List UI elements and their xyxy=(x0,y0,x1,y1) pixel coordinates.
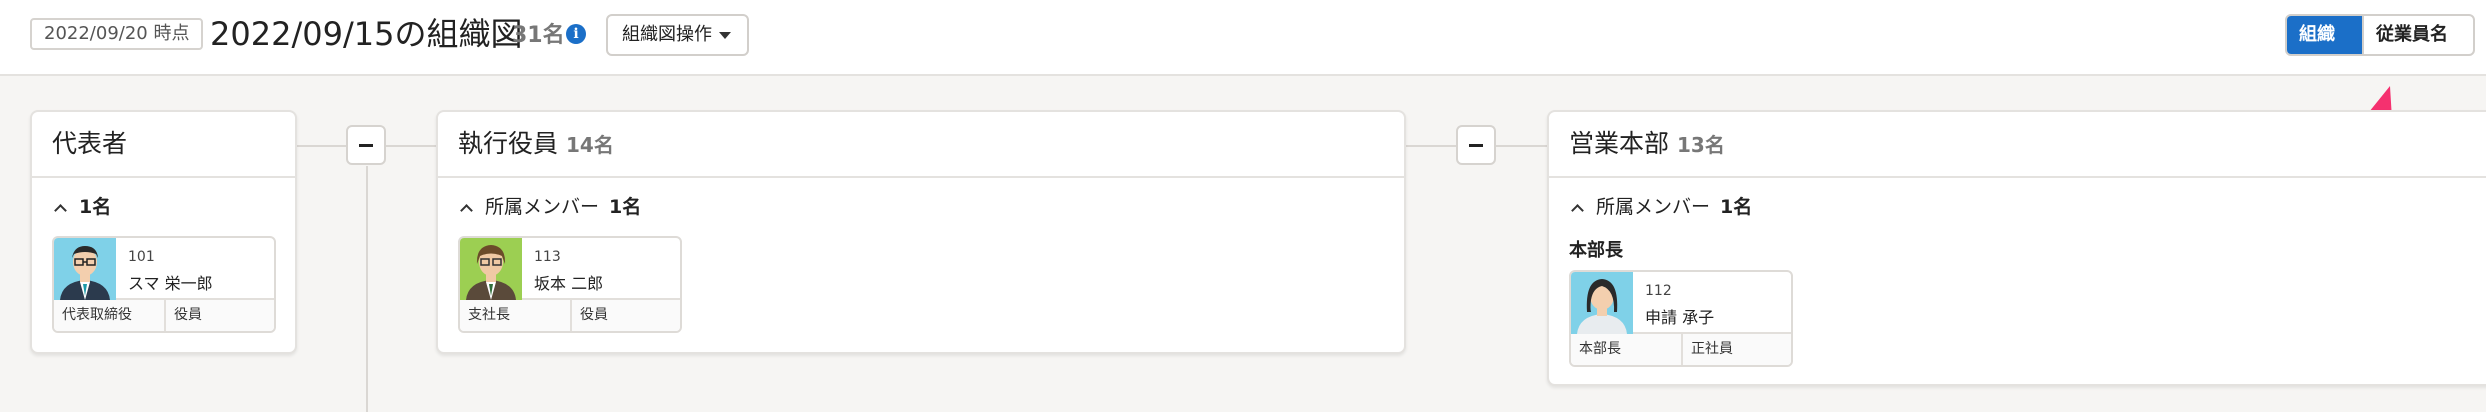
card-member-count: 13名 xyxy=(1677,133,1725,157)
employee-avatar xyxy=(1571,272,1633,334)
card-header: 営業本部 13名 xyxy=(1549,112,2486,178)
section-count: 1名 xyxy=(609,196,642,218)
card-title: 営業本部 xyxy=(1569,129,1670,158)
employee-name: 申請 承子 xyxy=(1645,308,1715,327)
card-title: 執行役員 xyxy=(458,129,559,158)
employee-avatar xyxy=(54,238,116,300)
employee-position-tag: 代表取締役 xyxy=(62,307,132,323)
employee-name: スマ 栄一郎 xyxy=(128,274,213,293)
chevron-up-icon xyxy=(54,204,67,217)
representative-card: 代表者 1名 101 スマ 栄一郎 代表取締役 役員 xyxy=(30,110,297,354)
card-header: 代表者 xyxy=(32,112,295,178)
employee-info: 113 坂本 二郎 xyxy=(460,238,680,300)
collapse-button[interactable] xyxy=(1456,125,1496,165)
total-member-count: 31名 xyxy=(512,23,565,48)
sales-hq-card: 営業本部 13名 所属メンバー 1名 本部長 112 申請 承子 本部長 正社員 xyxy=(1547,110,2486,386)
employee-tags: 本部長 正社員 xyxy=(1571,334,1791,365)
section-label: 所属メンバー xyxy=(485,196,600,218)
card-title-group: 営業本部 13名 xyxy=(1569,128,1725,161)
top-header: 2022/09/20 時点 2022/09/15の組織図 31名 i 組織図操作… xyxy=(0,0,2486,76)
employee-position-tag: 本部長 xyxy=(1579,341,1621,357)
connector-line xyxy=(366,166,368,412)
chevron-up-icon xyxy=(1571,204,1584,217)
employee-id: 113 xyxy=(534,249,561,265)
employee-info: 101 スマ 栄一郎 xyxy=(54,238,274,300)
employee-id: 112 xyxy=(1645,283,1672,299)
card-title: 代表者 xyxy=(52,129,128,158)
role-heading: 本部長 xyxy=(1569,240,1623,261)
section-label: 所属メンバー xyxy=(1596,196,1711,218)
employee-type-tag: 正社員 xyxy=(1681,334,1791,365)
member-section-toggle[interactable]: 所属メンバー 1名 xyxy=(460,194,642,220)
caret-down-icon xyxy=(719,32,731,39)
executives-card: 執行役員 14名 所属メンバー 1名 113 坂本 二郎 支社長 役員 xyxy=(436,110,1406,354)
card-title-group: 執行役員 14名 xyxy=(458,128,614,161)
employee-type-tag: 役員 xyxy=(570,300,680,331)
chevron-up-icon xyxy=(460,204,473,217)
org-chart-view-button[interactable]: 組織図 xyxy=(2287,16,2362,54)
employee-info: 112 申請 承子 xyxy=(1571,272,1791,334)
member-section-toggle[interactable]: 1名 xyxy=(54,194,112,220)
card-member-count: 14名 xyxy=(566,133,614,157)
info-icon[interactable]: i xyxy=(566,24,586,44)
section-count: 1名 xyxy=(79,196,112,218)
employee-position-tag: 支社長 xyxy=(468,307,510,323)
employee-tile[interactable]: 112 申請 承子 本部長 正社員 xyxy=(1569,270,1793,367)
employee-type-tag: 役員 xyxy=(164,300,274,331)
employee-tile[interactable]: 101 スマ 栄一郎 代表取締役 役員 xyxy=(52,236,276,333)
section-count: 1名 xyxy=(1720,196,1753,218)
card-header: 執行役員 14名 xyxy=(438,112,1404,178)
employee-tags: 代表取締役 役員 xyxy=(54,300,274,331)
employee-avatar xyxy=(460,238,522,300)
page-title: 2022/09/15の組織図 xyxy=(210,15,523,53)
view-toggle: 組織図 従業員名簿 xyxy=(2285,14,2475,56)
employee-list-view-button[interactable]: 従業員名簿 xyxy=(2362,16,2473,54)
org-chart-operations-label: 組織図操作 xyxy=(622,24,712,45)
employee-id: 101 xyxy=(128,249,155,265)
org-chart-operations-dropdown[interactable]: 組織図操作 xyxy=(606,14,749,56)
collapse-button[interactable] xyxy=(346,125,386,165)
as-of-date-badge: 2022/09/20 時点 xyxy=(30,18,204,50)
employee-name: 坂本 二郎 xyxy=(534,274,604,293)
employee-tile[interactable]: 113 坂本 二郎 支社長 役員 xyxy=(458,236,682,333)
employee-tags: 支社長 役員 xyxy=(460,300,680,331)
member-section-toggle[interactable]: 所属メンバー 1名 xyxy=(1571,194,1753,220)
